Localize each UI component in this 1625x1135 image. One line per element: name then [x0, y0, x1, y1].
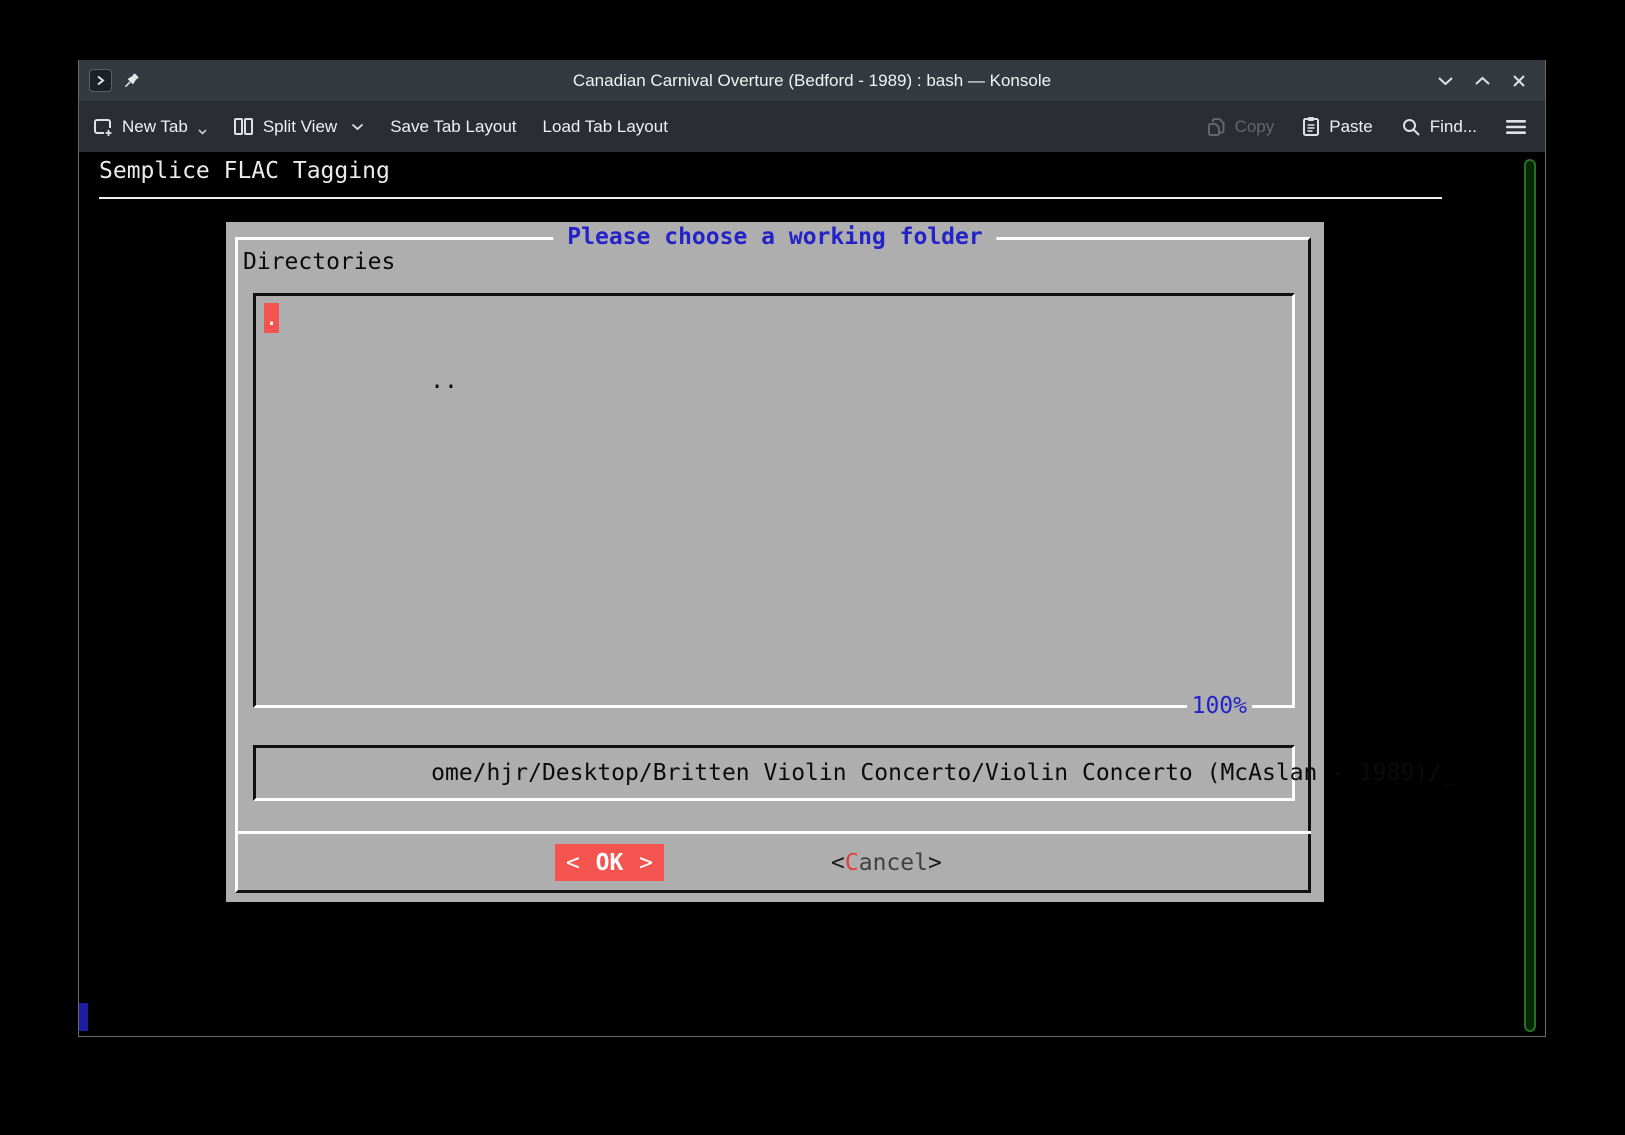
- load-tab-layout-label: Load Tab Layout: [543, 117, 668, 137]
- titlebar[interactable]: Canadian Carnival Overture (Bedford - 19…: [79, 60, 1545, 101]
- find-button[interactable]: Find...: [1401, 117, 1477, 137]
- dialog-separator: [235, 831, 1311, 834]
- find-label: Find...: [1430, 117, 1477, 137]
- terminal-scrollbar[interactable]: [1524, 159, 1536, 1032]
- input-cursor: _: [1442, 760, 1456, 786]
- split-view-button[interactable]: Split View: [233, 117, 364, 137]
- paste-icon: [1302, 116, 1320, 137]
- save-tab-layout-button[interactable]: Save Tab Layout: [390, 117, 516, 137]
- new-tab-chevron-down-icon: [198, 129, 207, 135]
- desktop-background: Canadian Carnival Overture (Bedford - 19…: [0, 0, 1625, 1135]
- maximize-button[interactable]: [1470, 69, 1494, 93]
- directory-item-parent[interactable]: ..: [264, 336, 458, 426]
- ok-left-bracket: <: [566, 850, 580, 876]
- ok-button[interactable]: < OK >: [555, 844, 664, 881]
- directory-list: . .. 100%: [253, 293, 1295, 708]
- konsole-window: Canadian Carnival Overture (Bedford - 19…: [78, 60, 1546, 1037]
- split-view-label: Split View: [263, 117, 337, 137]
- dialog-title: Please choose a working folder: [553, 223, 996, 251]
- cancel-hotkey: C: [845, 850, 859, 876]
- save-tab-layout-label: Save Tab Layout: [390, 117, 516, 137]
- copy-button[interactable]: Copy: [1207, 117, 1275, 137]
- cancel-button[interactable]: < C ancel >: [831, 844, 942, 881]
- terminal-cursor: [79, 1003, 88, 1031]
- ok-label: OK: [596, 850, 624, 876]
- directories-label: Directories: [243, 248, 395, 276]
- copy-icon: [1207, 117, 1226, 137]
- new-tab-icon: [92, 116, 113, 137]
- split-view-chevron-down-icon: [351, 123, 364, 131]
- folder-chooser-dialog: Please choose a working folder Directori…: [226, 222, 1324, 902]
- close-button[interactable]: [1507, 69, 1531, 93]
- path-value: ome/hjr/Desktop/Britten Violin Concerto/…: [431, 760, 1442, 786]
- paste-button[interactable]: Paste: [1302, 116, 1372, 137]
- minimize-button[interactable]: [1433, 69, 1457, 93]
- load-tab-layout-button[interactable]: Load Tab Layout: [543, 117, 668, 137]
- terminal-heading-rule: [99, 197, 1442, 199]
- toolbar: New Tab Split View Save Tab La: [79, 101, 1545, 152]
- menu-button[interactable]: [1505, 119, 1527, 135]
- terminal-heading: Semplice FLAC Tagging: [99, 158, 390, 184]
- new-tab-label: New Tab: [122, 117, 188, 137]
- copy-label: Copy: [1235, 117, 1275, 137]
- search-icon: [1401, 117, 1421, 137]
- window-title: Canadian Carnival Overture (Bedford - 19…: [79, 71, 1545, 91]
- directory-item-current[interactable]: .: [264, 303, 279, 333]
- split-view-icon: [233, 117, 254, 136]
- paste-label: Paste: [1329, 117, 1372, 137]
- list-progress-percent: 100%: [1187, 692, 1252, 720]
- path-input[interactable]: ome/hjr/Desktop/Britten Violin Concerto/…: [253, 745, 1295, 801]
- ok-right-bracket: >: [639, 850, 653, 876]
- new-tab-button[interactable]: New Tab: [92, 116, 207, 137]
- terminal-area[interactable]: Semplice FLAC Tagging Please choose a wo…: [79, 152, 1545, 1036]
- hamburger-icon: [1505, 119, 1527, 135]
